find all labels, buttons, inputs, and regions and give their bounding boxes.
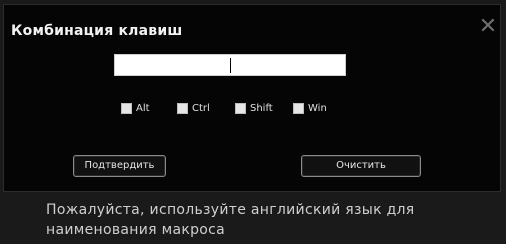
alt-checkbox[interactable]: Alt (121, 101, 150, 115)
macro-naming-hint: Пожалуйста, используйте английский язык … (46, 202, 415, 238)
macro-window: Комбинация клавиш ✕ Alt Ctrl Shift Win П… (0, 0, 506, 244)
checkbox-label: Shift (250, 102, 273, 114)
key-combination-dialog: Комбинация клавиш ✕ Alt Ctrl Shift Win П… (3, 4, 501, 192)
checkbox-box (177, 102, 188, 114)
checkbox-box (293, 102, 304, 114)
confirm-button[interactable]: Подтвердить (73, 155, 166, 177)
close-icon[interactable]: ✕ (477, 16, 499, 38)
ctrl-checkbox[interactable]: Ctrl (177, 101, 210, 115)
win-checkbox[interactable]: Win (293, 101, 327, 115)
checkbox-label: Win (308, 102, 327, 114)
checkbox-label: Ctrl (192, 102, 210, 114)
checkbox-label: Alt (136, 102, 150, 114)
dialog-title: Комбинация клавиш (11, 23, 183, 39)
clear-button[interactable]: Очистить (301, 155, 421, 177)
text-caret (230, 58, 231, 73)
checkbox-box (235, 102, 246, 114)
shift-checkbox[interactable]: Shift (235, 101, 273, 115)
checkbox-box (121, 102, 132, 114)
